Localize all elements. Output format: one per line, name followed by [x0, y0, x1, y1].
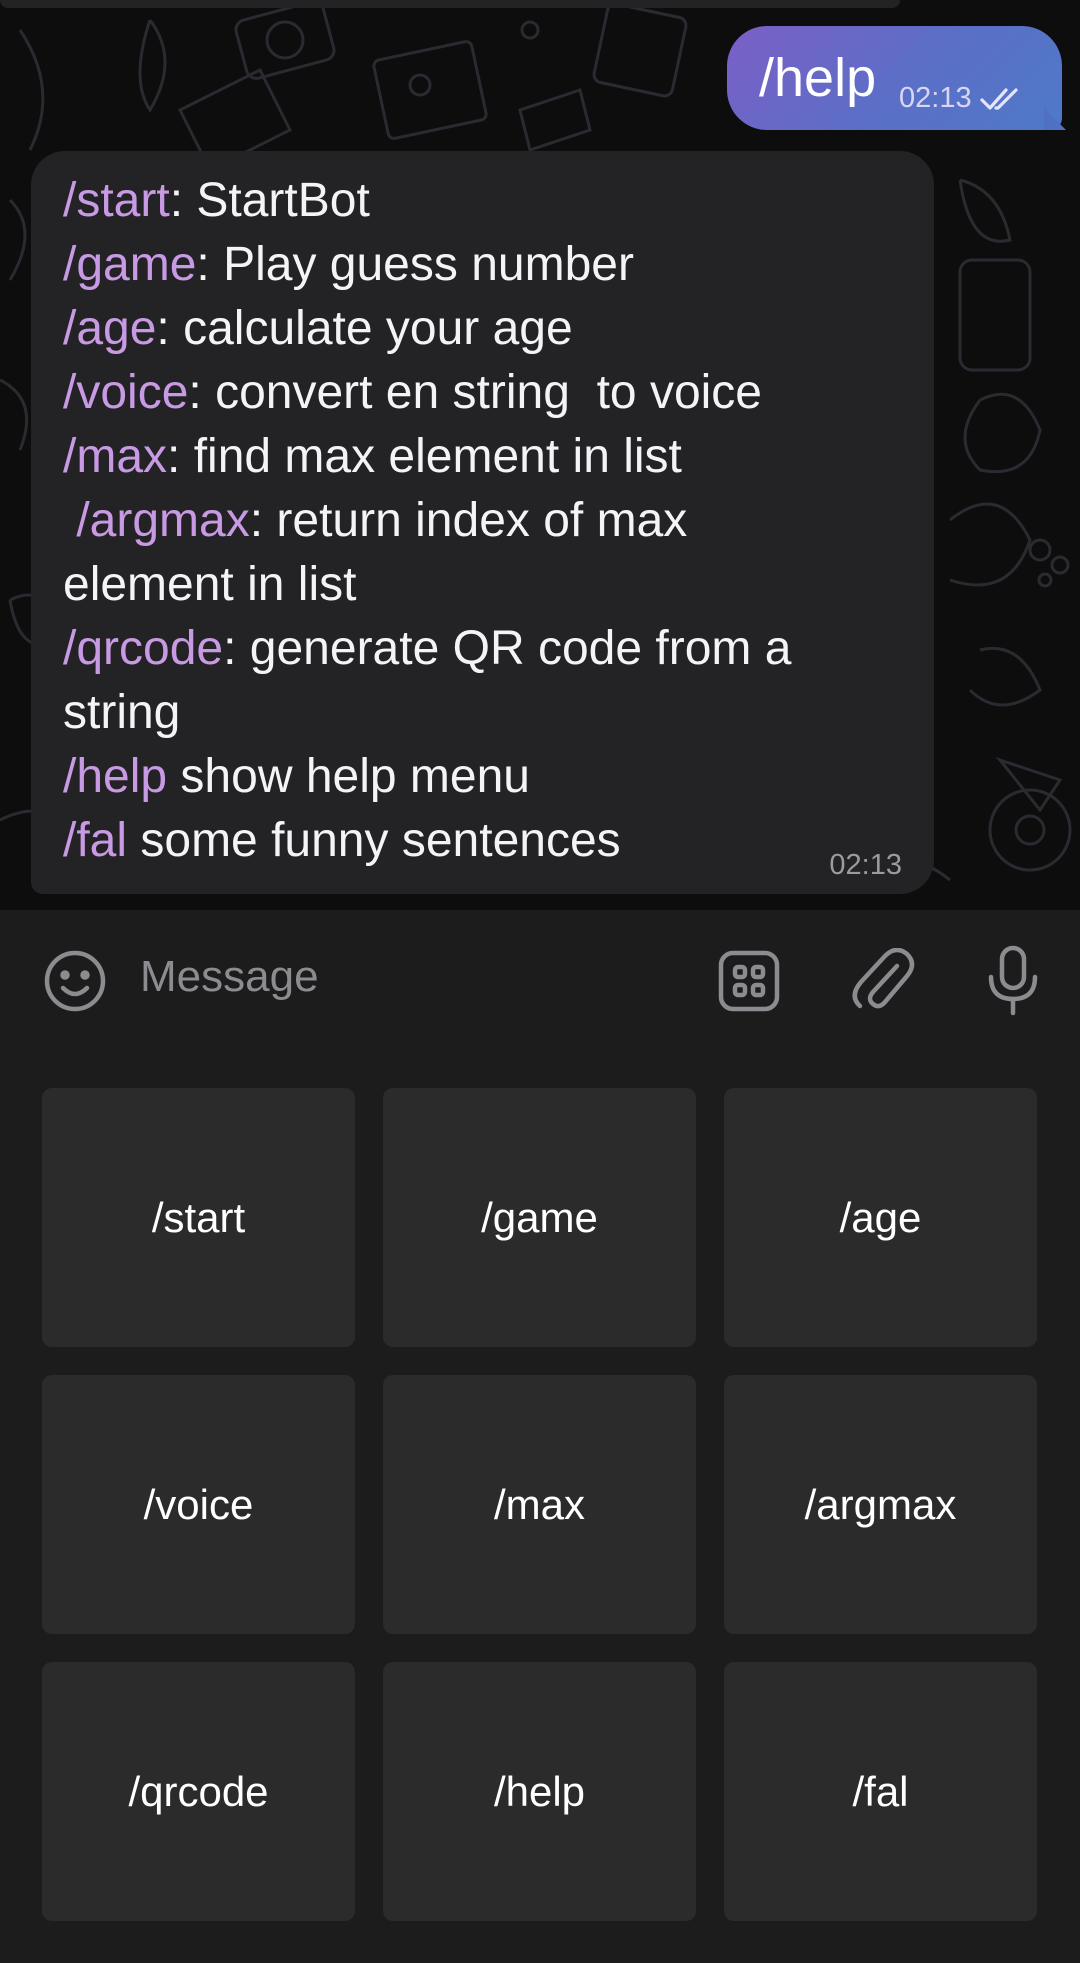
command-link[interactable]: /fal [63, 814, 127, 867]
command-link[interactable]: /voice [63, 366, 188, 419]
keyboard-button-game[interactable]: /game [383, 1088, 696, 1347]
help-line: /max: find max element in list [63, 425, 913, 489]
keyboard-button-age[interactable]: /age [724, 1088, 1037, 1347]
message-input[interactable]: Message [140, 952, 319, 1002]
help-line-description: element in list [63, 558, 357, 611]
help-line: /voice: convert en string to voice [63, 361, 913, 425]
attach-icon[interactable] [850, 946, 916, 1016]
keyboard-button-fal[interactable]: /fal [724, 1662, 1037, 1921]
outgoing-message-bubble[interactable]: /help 02:13 [727, 26, 1062, 130]
command-link[interactable]: /max [63, 430, 167, 483]
previous-message-edge [0, 0, 900, 8]
command-link[interactable]: /help [63, 750, 167, 803]
help-line-description: : return index of max [249, 494, 688, 547]
help-line-description: : generate QR code from a [223, 622, 792, 675]
help-line: string [63, 681, 913, 745]
keyboard-button-start[interactable]: /start [42, 1088, 355, 1347]
command-link[interactable]: /start [63, 174, 170, 227]
help-line-description: : StartBot [169, 174, 370, 227]
emoji-icon[interactable] [40, 946, 110, 1016]
help-line-description: : convert en string to voice [188, 366, 762, 419]
help-line: /game: Play guess number [63, 233, 913, 297]
keyboard-button-argmax[interactable]: /argmax [724, 1375, 1037, 1634]
help-line: /fal some funny sentences [63, 809, 913, 873]
help-line: /argmax: return index of max [63, 489, 913, 553]
command-link[interactable]: /argmax [76, 494, 249, 547]
keyboard-button-voice[interactable]: /voice [42, 1375, 355, 1634]
incoming-message-bubble[interactable]: /start: StartBot/game: Play guess number… [31, 151, 934, 894]
bot-keyboard-icon[interactable] [716, 948, 782, 1014]
outgoing-message-time: 02:13 [899, 82, 972, 114]
incoming-message-time: 02:13 [829, 849, 902, 881]
help-line-indent [63, 494, 76, 547]
command-link[interactable]: /qrcode [63, 622, 223, 675]
help-line: /age: calculate your age [63, 297, 913, 361]
command-link[interactable]: /age [63, 302, 156, 355]
bot-reply-keyboard: /start /game /age /voice /max /argmax /q… [0, 1048, 1080, 1963]
help-line: element in list [63, 553, 913, 617]
double-check-icon [979, 87, 1018, 110]
message-input-bar: Message [0, 910, 1080, 1048]
keyboard-button-max[interactable]: /max [383, 1375, 696, 1634]
keyboard-button-qrcode[interactable]: /qrcode [42, 1662, 355, 1921]
help-line-description: string [63, 686, 181, 739]
help-line-description: : find max element in list [167, 430, 682, 483]
help-line-description: some funny sentences [127, 814, 621, 867]
help-line: /start: StartBot [63, 169, 913, 233]
incoming-message-text: /start: StartBot/game: Play guess number… [63, 169, 913, 873]
outgoing-message-text: /help [759, 48, 877, 108]
help-line: /qrcode: generate QR code from a [63, 617, 913, 681]
chat-area[interactable]: /help 02:13 /start: StartBot/game: Play … [0, 0, 1080, 910]
command-link[interactable]: /game [63, 238, 196, 291]
keyboard-button-help[interactable]: /help [383, 1662, 696, 1921]
help-line-description: show help menu [167, 750, 530, 803]
help-line-description: : calculate your age [156, 302, 573, 355]
microphone-icon[interactable] [980, 944, 1046, 1018]
outgoing-message-meta: 02:13 [899, 82, 1024, 115]
help-line: /help show help menu [63, 745, 913, 809]
help-line-description: : Play guess number [196, 238, 634, 291]
